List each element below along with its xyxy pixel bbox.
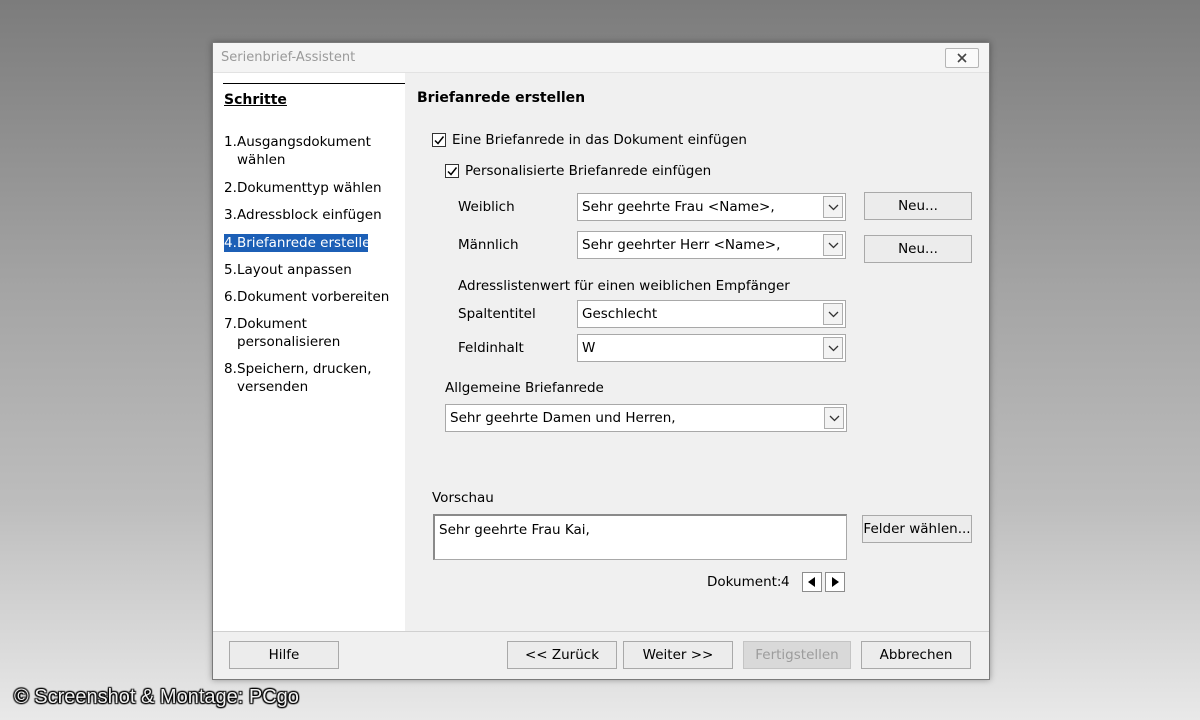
- female-salutation-value: Sehr geehrte Frau <Name>,: [582, 199, 775, 215]
- checkmark-icon: [447, 167, 458, 176]
- step-label-line: Ausgangsdokument: [237, 134, 371, 150]
- address-list-caption: Adresslistenwert für einen weiblichen Em…: [458, 278, 790, 294]
- step-number: 8.: [224, 361, 237, 377]
- dropdown-arrow[interactable]: [824, 407, 844, 429]
- step-number: 5.: [224, 262, 237, 278]
- step-label: Dokumenttyp wählen: [237, 180, 382, 196]
- female-new-button[interactable]: Neu...: [864, 192, 972, 220]
- next-document-button[interactable]: [825, 572, 845, 592]
- field-content-value: W: [582, 340, 596, 356]
- step-label: Adressblock einfügen: [237, 207, 382, 223]
- mail-merge-wizard-dialog: Serienbrief-Assistent Schritte 1. Ausgan…: [212, 42, 990, 680]
- dropdown-arrow[interactable]: [823, 337, 843, 359]
- next-button[interactable]: Weiter >>: [623, 641, 733, 669]
- finish-button[interactable]: Fertigstellen: [743, 641, 851, 669]
- column-title-label: Spaltentitel: [458, 306, 536, 322]
- column-title-combo[interactable]: Geschlecht: [577, 300, 846, 328]
- sidebar-divider: [223, 83, 405, 84]
- step-label-line: versenden: [237, 379, 309, 395]
- chevron-down-icon: [828, 204, 838, 210]
- dropdown-arrow[interactable]: [823, 303, 843, 325]
- personalized-label: Personalisierte Briefanrede einfügen: [465, 163, 712, 179]
- step-label: Ausgangsdokument wählen: [237, 133, 397, 169]
- dropdown-arrow[interactable]: [823, 234, 843, 256]
- chevron-down-icon: [828, 345, 838, 351]
- step-label: Dokument vorbereiten: [237, 289, 390, 305]
- general-salutation-value: Sehr geehrte Damen und Herren,: [450, 410, 676, 426]
- close-button[interactable]: [945, 48, 979, 68]
- preview-box: Sehr geehrte Frau Kai,: [433, 514, 847, 560]
- close-icon: [957, 53, 967, 63]
- triangle-left-icon: [808, 577, 815, 587]
- step-label: Speichern, drucken, versenden: [237, 360, 397, 396]
- preview-label: Vorschau: [432, 490, 494, 506]
- field-content-label: Feldinhalt: [458, 340, 524, 356]
- step-label: Layout anpassen: [237, 262, 352, 278]
- back-button[interactable]: << Zurück: [507, 641, 617, 669]
- male-new-button[interactable]: Neu...: [864, 235, 972, 263]
- step-label: Briefanrede erstellen: [237, 235, 380, 251]
- general-salutation-label: Allgemeine Briefanrede: [445, 380, 604, 396]
- chevron-down-icon: [828, 311, 838, 317]
- personalized-checkbox[interactable]: [445, 164, 459, 178]
- checkmark-icon: [434, 136, 445, 145]
- column-title-value: Geschlecht: [582, 306, 658, 322]
- general-salutation-combo[interactable]: Sehr geehrte Damen und Herren,: [445, 404, 847, 432]
- chevron-down-icon: [829, 415, 839, 421]
- triangle-right-icon: [832, 577, 839, 587]
- window-title: Serienbrief-Assistent: [221, 50, 356, 65]
- insert-salutation-checkbox[interactable]: [432, 133, 446, 147]
- document-nav-label: Dokument:: [707, 574, 782, 590]
- copyright-watermark: © Screenshot & Montage: PCgo: [14, 686, 299, 708]
- preview-text: Sehr geehrte Frau Kai,: [439, 522, 590, 538]
- title-bar: Serienbrief-Assistent: [213, 43, 989, 73]
- step-label-line: Dokument: [237, 316, 307, 332]
- male-salutation-combo[interactable]: Sehr geehrter Herr <Name>,: [577, 231, 846, 259]
- step-4-active[interactable]: 4. Briefanrede erstellen: [224, 234, 379, 252]
- cancel-button[interactable]: Abbrechen: [861, 641, 971, 669]
- previous-document-button[interactable]: [802, 572, 822, 592]
- step-number: 1.: [224, 134, 237, 150]
- dropdown-arrow[interactable]: [823, 196, 843, 218]
- footer-divider: [213, 631, 989, 632]
- male-salutation-value: Sehr geehrter Herr <Name>,: [582, 237, 781, 253]
- main-panel: Briefanrede erstellen Eine Briefanrede i…: [405, 73, 989, 631]
- page-title: Briefanrede erstellen: [417, 90, 586, 106]
- step-label-line: personalisieren: [237, 334, 341, 350]
- step-number: 7.: [224, 316, 237, 332]
- step-label-line: Speichern, drucken,: [237, 361, 372, 377]
- sidebar-title: Schritte: [224, 92, 287, 108]
- insert-salutation-checkbox-row[interactable]: Eine Briefanrede in das Dokument einfüge…: [432, 132, 747, 148]
- step-number: 2.: [224, 180, 237, 196]
- field-content-combo[interactable]: W: [577, 334, 846, 362]
- help-button[interactable]: Hilfe: [229, 641, 339, 669]
- step-label-line: wählen: [237, 152, 286, 168]
- step-number: 3.: [224, 207, 237, 223]
- choose-fields-button[interactable]: Felder wählen...: [862, 515, 972, 543]
- male-label: Männlich: [458, 237, 519, 253]
- insert-salutation-label: Eine Briefanrede in das Dokument einfüge…: [452, 132, 747, 148]
- step-number: 6.: [224, 289, 237, 305]
- personalized-checkbox-row[interactable]: Personalisierte Briefanrede einfügen: [445, 163, 711, 179]
- steps-sidebar: Schritte 1. Ausgangsdokument wählen 2. Do…: [213, 73, 405, 631]
- female-label: Weiblich: [458, 199, 515, 215]
- document-number: 4: [781, 574, 790, 590]
- female-salutation-combo[interactable]: Sehr geehrte Frau <Name>,: [577, 193, 846, 221]
- step-number: 4.: [224, 235, 237, 251]
- chevron-down-icon: [828, 242, 838, 248]
- step-label: Dokument personalisieren: [237, 315, 397, 351]
